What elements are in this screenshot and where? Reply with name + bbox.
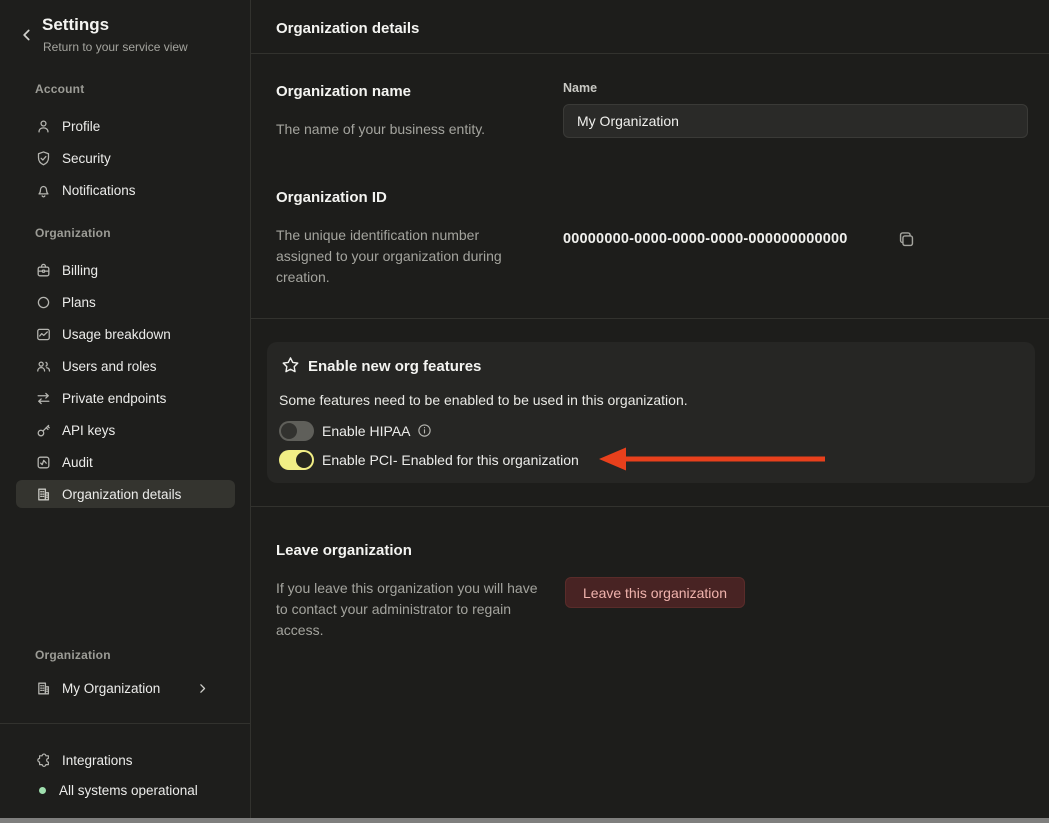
org-switcher-name: My Organization [62, 680, 161, 696]
star-icon [281, 356, 300, 375]
sidebar-item-label: Organization details [62, 486, 182, 502]
org-name-input[interactable] [563, 104, 1028, 138]
sidebar-item-notifications[interactable]: Notifications [16, 176, 235, 204]
sidebar-item-label: Profile [62, 118, 101, 134]
sidebar-item-users-and-roles[interactable]: Users and roles [16, 352, 235, 380]
sidebar-item-label: Audit [62, 454, 93, 470]
sidebar-item-profile[interactable]: Profile [16, 112, 235, 140]
bell-icon [35, 182, 52, 199]
arrows-icon [35, 390, 52, 407]
info-icon[interactable] [417, 423, 432, 438]
org-id-heading: Organization ID [276, 189, 387, 206]
sidebar-item-label: Notifications [62, 182, 136, 198]
leave-description: If you leave this organization you will … [276, 580, 538, 638]
section-divider [251, 506, 1049, 507]
sidebar-item-private-endpoints[interactable]: Private endpoints [16, 384, 235, 412]
sidebar-item-integrations[interactable]: Integrations [16, 746, 235, 774]
sidebar-item-api-keys[interactable]: API keys [16, 416, 235, 444]
name-field-label: Name [563, 81, 598, 95]
sidebar-title: Settings [42, 15, 110, 34]
usage-chart-icon [35, 326, 52, 343]
org-name-heading: Organization name [276, 83, 412, 100]
annotation-arrow-icon [599, 446, 825, 472]
page-title: Organization details [276, 20, 420, 37]
window-bottom-edge [0, 818, 1049, 823]
copy-icon[interactable] [897, 230, 917, 250]
users-icon [35, 358, 52, 375]
building-icon [35, 680, 52, 697]
leave-organization-button[interactable]: Leave this organization [565, 577, 745, 608]
circle-icon [35, 294, 52, 311]
status-label: All systems operational [59, 782, 198, 798]
sidebar-item-label: Plans [62, 294, 96, 310]
sidebar-item-usage-breakdown[interactable]: Usage breakdown [16, 320, 235, 348]
org-id-description: The unique identification number assigne… [276, 227, 502, 285]
sidebar-item-label: API keys [62, 422, 116, 438]
org-name-description: The name of your business entity. [276, 121, 486, 137]
user-icon [35, 118, 52, 135]
pci-toggle[interactable] [279, 450, 314, 470]
status-dot-icon [39, 786, 46, 794]
section-label-account: Account [35, 82, 85, 96]
system-status[interactable]: All systems operational [16, 776, 235, 804]
sidebar: Settings Return to your service view Acc… [0, 0, 251, 823]
sidebar-item-label: Security [62, 150, 111, 166]
hipaa-toggle[interactable] [279, 421, 314, 441]
sidebar-item-plans[interactable]: Plans [16, 288, 235, 316]
header-divider [251, 53, 1049, 54]
section-divider [251, 318, 1049, 319]
hipaa-toggle-label: Enable HIPAA [322, 423, 411, 439]
org-switcher[interactable]: My Organization [16, 674, 235, 702]
settings-page: Settings Return to your service view Acc… [0, 0, 1049, 823]
sidebar-item-security[interactable]: Security [16, 144, 235, 172]
sidebar-item-organization-details[interactable]: Organization details [16, 480, 235, 508]
sidebar-item-label: Billing [62, 262, 99, 278]
sidebar-item-label: Private endpoints [62, 390, 167, 406]
org-switcher-label: Organization [35, 648, 111, 662]
puzzle-icon [35, 752, 52, 769]
section-label-organization: Organization [35, 226, 111, 240]
sidebar-item-label: Usage breakdown [62, 326, 171, 342]
shield-check-icon [35, 150, 52, 167]
leave-heading: Leave organization [276, 542, 412, 559]
sidebar-item-billing[interactable]: Billing [16, 256, 235, 284]
chevron-right-icon [196, 682, 209, 695]
back-chevron-icon[interactable] [18, 26, 36, 44]
billing-icon [35, 262, 52, 279]
sidebar-item-audit[interactable]: Audit [16, 448, 235, 476]
features-card-description: Some features need to be enabled to be u… [279, 392, 688, 408]
audit-icon [35, 454, 52, 471]
sidebar-item-label: Users and roles [62, 358, 157, 374]
building-icon [35, 486, 52, 503]
sidebar-subtitle[interactable]: Return to your service view [43, 40, 188, 54]
sidebar-divider [0, 723, 251, 724]
org-id-value: 00000000-0000-0000-0000-000000000000 [563, 231, 848, 247]
features-card-title: Enable new org features [308, 358, 482, 375]
sidebar-item-label: Integrations [62, 752, 133, 768]
key-icon [35, 422, 52, 439]
pci-toggle-label: Enable PCI- Enabled for this organizatio… [322, 452, 579, 468]
